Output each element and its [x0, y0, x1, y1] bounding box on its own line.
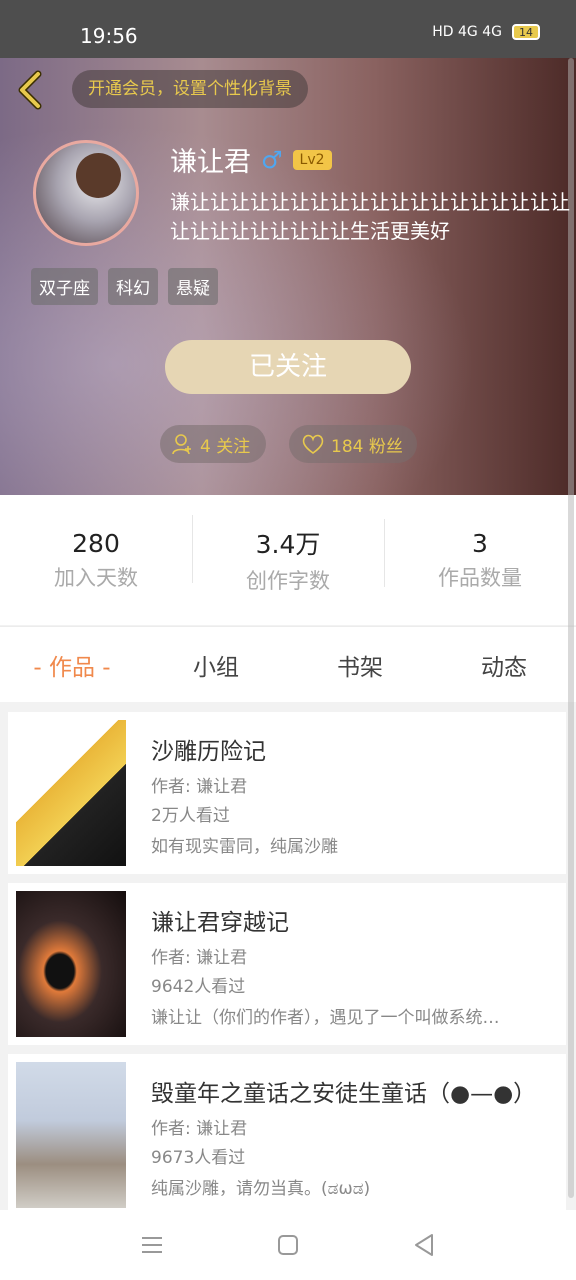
stat-value: 3	[472, 528, 488, 558]
stat-label: 创作字数	[246, 569, 330, 593]
work-description: 纯属沙雕，请勿当真。(ಡωಡ)	[151, 1179, 371, 1199]
network-indicators: HD 4G 4G	[432, 24, 502, 40]
menu-icon[interactable]	[138, 1231, 166, 1259]
work-title: 沙雕历险记	[151, 739, 266, 765]
work-card[interactable]: 毁童年之童话之安徒生童话（●—●） 作者: 谦让君 9673人看过 纯属沙雕，请…	[8, 1054, 566, 1216]
user-add-icon	[172, 434, 191, 455]
work-cover	[16, 1062, 126, 1208]
tab-bookshelf[interactable]: 书架	[288, 648, 432, 682]
work-views: 9642人看过	[151, 977, 246, 997]
username-row: 谦让君 ♂ Lv2	[170, 140, 332, 179]
stat-works: 3 作品数量	[384, 518, 576, 592]
work-views: 2万人看过	[151, 806, 230, 826]
stat-days: 280 加入天数	[0, 529, 192, 592]
tab-groups[interactable]: 小组	[144, 648, 288, 682]
tag: 悬疑	[168, 268, 218, 305]
following-count: 4 关注	[200, 436, 251, 457]
fans-button[interactable]: 184 粉丝	[289, 425, 417, 463]
profile-header: 开通会员，设置个性化背景 谦让君 ♂ Lv2 谦让让让让让让让让让让让让让让让让…	[0, 58, 576, 495]
tab-activity[interactable]: 动态	[432, 648, 576, 682]
work-cover	[16, 891, 126, 1037]
work-title: 毁童年之童话之安徒生童话（●—●）	[151, 1081, 537, 1107]
work-author: 作者: 谦让君	[151, 777, 248, 797]
stat-value: 280	[72, 528, 120, 558]
work-title: 谦让君穿越记	[151, 910, 289, 936]
work-card[interactable]: 沙雕历险记 作者: 谦让君 2万人看过 如有现实雷同，纯属沙雕	[8, 712, 566, 874]
avatar[interactable]	[33, 140, 139, 246]
stat-label: 加入天数	[54, 565, 138, 590]
tab-works[interactable]: - 作品 -	[0, 648, 144, 682]
back-icon[interactable]	[14, 70, 48, 110]
work-views: 9673人看过	[151, 1148, 246, 1168]
home-icon[interactable]	[274, 1231, 302, 1259]
tag: 科幻	[108, 268, 158, 305]
tag-list: 双子座 科幻 悬疑	[31, 268, 218, 305]
work-author: 作者: 谦让君	[151, 948, 248, 968]
battery-icon: 14	[512, 24, 540, 40]
fans-count: 184 粉丝	[331, 436, 403, 457]
stat-words: 3.4万 创作字数	[192, 515, 384, 595]
follow-button[interactable]: 已关注	[165, 340, 411, 394]
profile-stats: 280 加入天数 3.4万 创作字数 3 作品数量	[0, 495, 576, 625]
work-author: 作者: 谦让君	[151, 1119, 248, 1139]
status-bar: 19:56 HD 4G 4G 14	[0, 0, 576, 58]
work-description: 如有现实雷同，纯属沙雕	[151, 837, 338, 857]
status-indicators: HD 4G 4G 14	[432, 24, 540, 40]
work-cover	[16, 720, 126, 866]
back-nav-icon[interactable]	[410, 1231, 438, 1259]
tab-bar: - 作品 - 小组 书架 动态	[0, 626, 576, 702]
tag: 双子座	[31, 268, 98, 305]
status-time: 19:56	[80, 24, 138, 48]
stat-label: 作品数量	[438, 565, 522, 590]
works-list: 沙雕历险记 作者: 谦让君 2万人看过 如有现实雷同，纯属沙雕 谦让君穿越记 作…	[8, 712, 566, 1225]
vip-background-button[interactable]: 开通会员，设置个性化背景	[72, 70, 308, 108]
male-icon: ♂	[261, 145, 283, 174]
work-card[interactable]: 谦让君穿越记 作者: 谦让君 9642人看过 谦让让（你们的作者），遇见了一个叫…	[8, 883, 566, 1045]
username: 谦让君	[170, 147, 251, 178]
bio-text: 谦让让让让让让让让让让让让让让让让让让让让让让让让让让让让生活更美好	[170, 190, 570, 243]
stat-value: 3.4万	[255, 530, 321, 559]
level-badge: Lv2	[292, 149, 332, 170]
system-nav-bar	[0, 1210, 576, 1280]
following-button[interactable]: 4 关注	[160, 425, 266, 463]
work-description: 谦让让（你们的作者），遇见了一个叫做系统…	[151, 1008, 500, 1028]
heart-icon	[302, 434, 324, 454]
